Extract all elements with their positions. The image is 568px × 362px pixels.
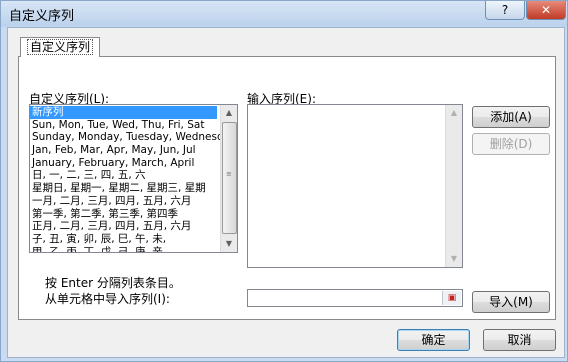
title-bar[interactable]: 自定义序列 ? ✕ <box>1 1 567 25</box>
import-button[interactable]: 导入(M) <box>472 291 550 313</box>
entries-scrollbar[interactable]: ▲ ▼ <box>445 105 462 267</box>
list-item[interactable]: Jan, Feb, Mar, Apr, May, Jun, Jul <box>30 144 220 157</box>
close-button[interactable]: ✕ <box>526 1 566 20</box>
tab-panel: 自定义序列(L): 新序列 Sun, Mon, Tue, Wed, Thu, Fr… <box>18 56 556 320</box>
tab-custom-lists[interactable]: 自定义序列 <box>20 37 101 57</box>
entries-scroll-down-icon[interactable]: ▼ <box>446 251 462 267</box>
list-item[interactable]: 甲, 乙, 丙, 丁, 戊, 己, 庚, 辛, <box>30 246 220 252</box>
entries-textarea[interactable]: ▲ ▼ <box>247 104 463 268</box>
ok-button[interactable]: 确定 <box>397 329 470 351</box>
enter-hint: 按 Enter 分隔列表条目。 <box>45 276 181 290</box>
custom-lists-items: 新序列 Sun, Mon, Tue, Wed, Thu, Fri, Sat Sund… <box>30 106 220 252</box>
list-item[interactable]: Sunday, Monday, Tuesday, Wednesday <box>30 131 220 144</box>
help-button[interactable]: ? <box>485 1 525 20</box>
window-title: 自定义序列 <box>9 9 75 24</box>
scroll-thumb[interactable]: ≡ <box>222 122 237 234</box>
import-range-input[interactable]: ▣ <box>247 289 463 307</box>
add-button[interactable]: 添加(A) <box>472 106 550 128</box>
list-item[interactable]: January, February, March, April <box>30 157 220 170</box>
cancel-button[interactable]: 取消 <box>483 329 556 351</box>
list-item[interactable]: 子, 丑, 寅, 卯, 辰, 巳, 午, 未, <box>30 233 220 246</box>
list-item[interactable]: 正月, 二月, 三月, 四月, 五月, 六月 <box>30 220 220 233</box>
collapse-dialog-icon[interactable]: ▣ <box>442 291 461 305</box>
custom-lists-listbox[interactable]: 新序列 Sun, Mon, Tue, Wed, Thu, Fri, Sat Sund… <box>29 104 238 253</box>
entries-scroll-up-icon[interactable]: ▲ <box>446 105 462 121</box>
custom-lists-dialog: 自定义序列 ? ✕ 自定义序列 自定义序列(L): 新序列 Sun, Mon, T… <box>0 0 568 362</box>
dialog-client-area: 自定义序列 自定义序列(L): 新序列 Sun, Mon, Tue, Wed, T… <box>7 27 565 358</box>
tab-custom-lists-label: 自定义序列 <box>27 39 94 55</box>
list-item[interactable]: Sun, Mon, Tue, Wed, Thu, Fri, Sat <box>30 119 220 132</box>
delete-button[interactable]: 删除(D) <box>472 133 550 155</box>
list-item[interactable]: 第一季, 第二季, 第三季, 第四季 <box>30 208 220 221</box>
list-item[interactable]: 星期日, 星期一, 星期二, 星期三, 星期 <box>30 182 220 195</box>
import-from-label: 从单元格中导入序列(I): <box>45 292 170 306</box>
list-item[interactable]: 新序列 <box>30 106 217 119</box>
scroll-grip-icon: ≡ <box>226 170 232 178</box>
list-item[interactable]: 一月, 二月, 三月, 四月, 五月, 六月 <box>30 195 220 208</box>
scroll-down-icon[interactable]: ▼ <box>221 236 237 252</box>
custom-lists-scrollbar[interactable]: ▲ ≡ ▼ <box>220 105 237 252</box>
scroll-up-icon[interactable]: ▲ <box>221 105 237 121</box>
list-item[interactable]: 日, 一, 二, 三, 四, 五, 六 <box>30 169 220 182</box>
